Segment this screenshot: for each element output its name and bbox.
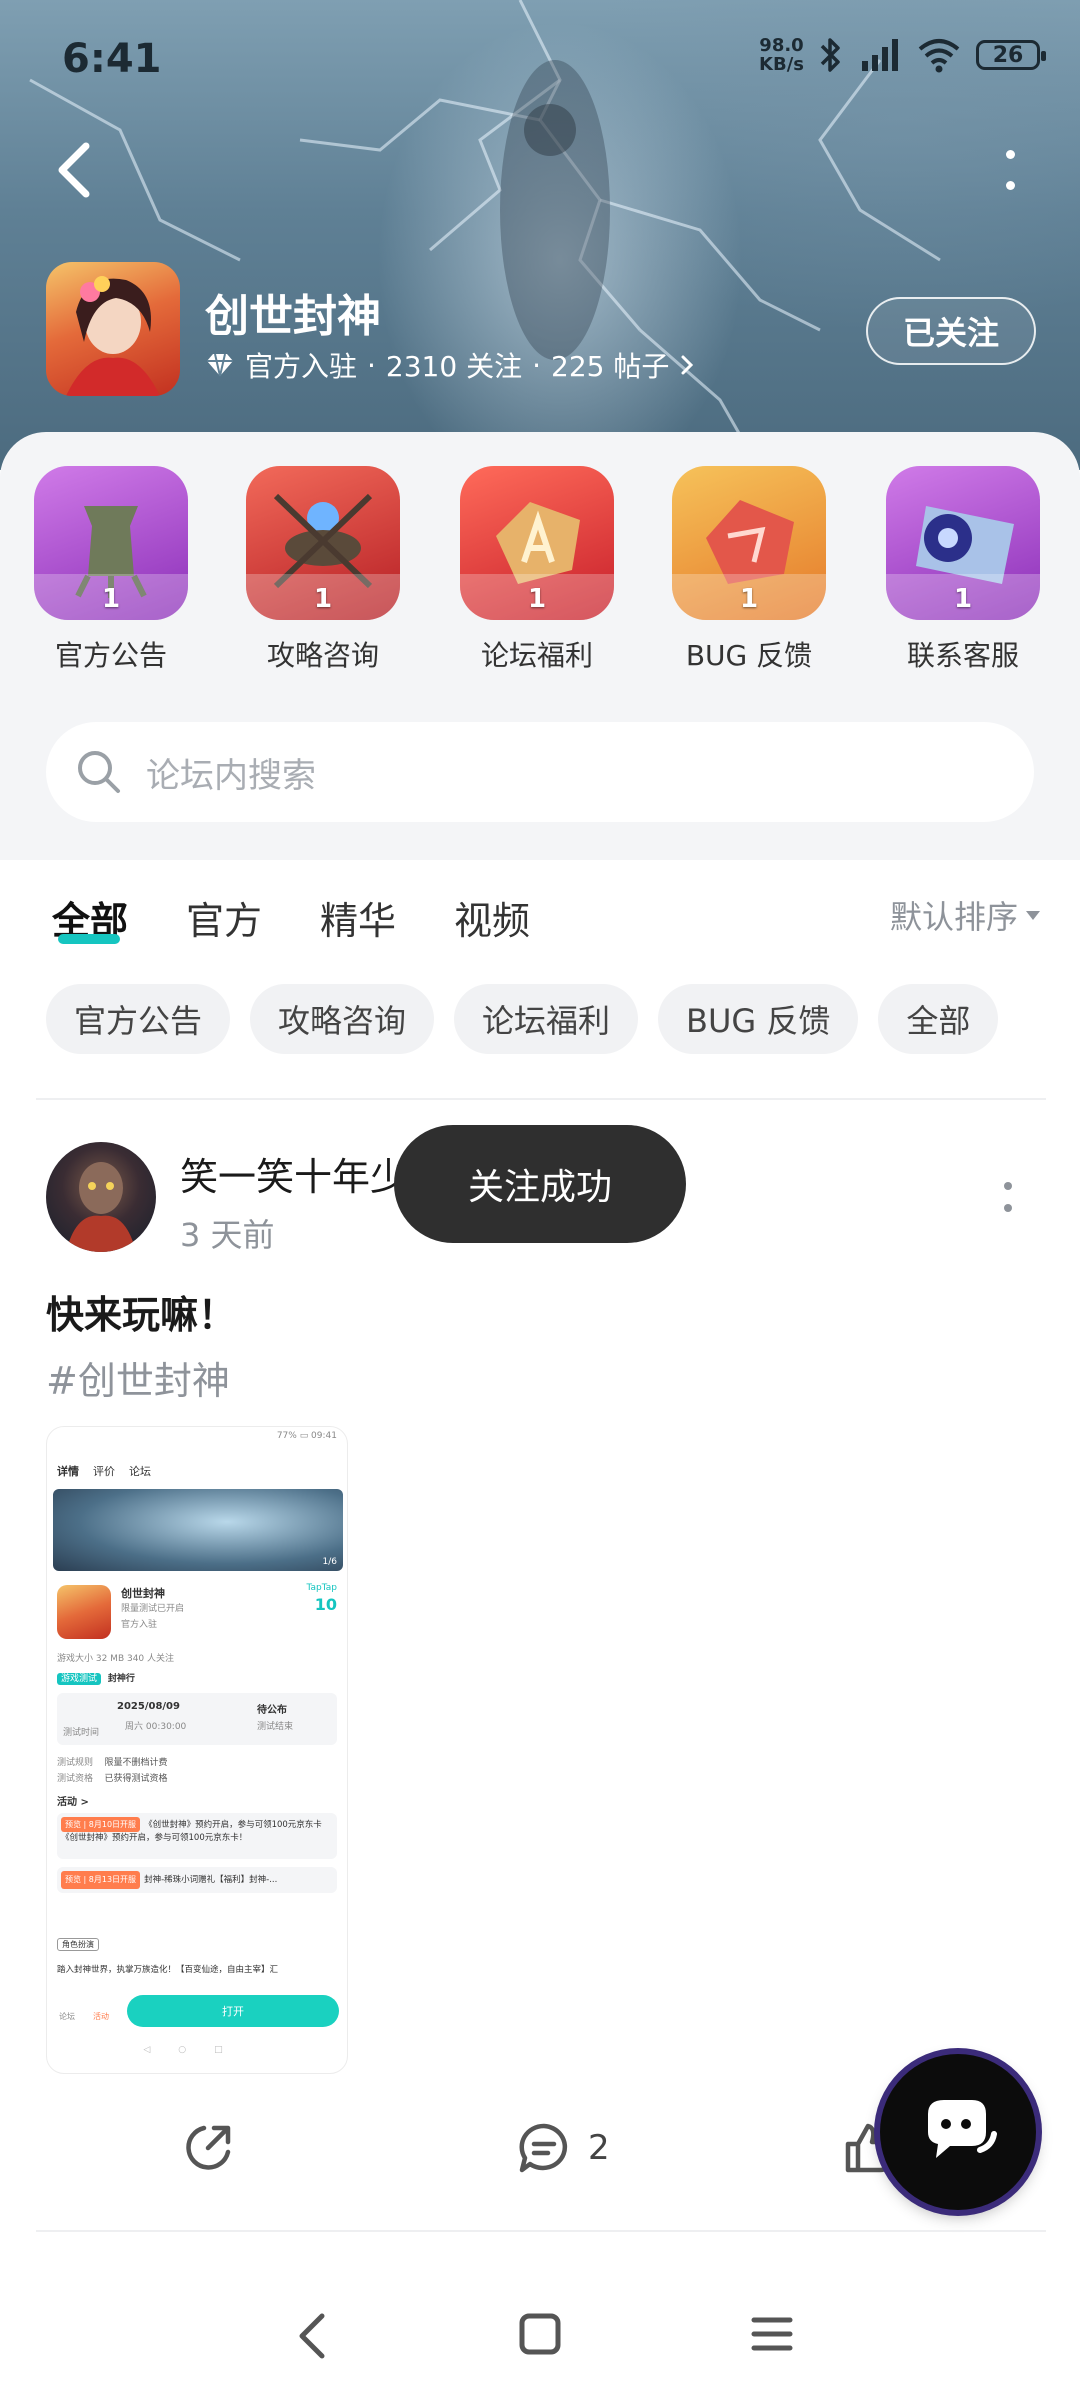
post-time: 3 天前 <box>180 1216 275 1254</box>
category-guide[interactable]: 1 攻略咨询 <box>238 466 408 674</box>
chip-guide[interactable]: 攻略咨询 <box>250 984 435 1054</box>
back-icon[interactable] <box>50 138 100 202</box>
bronze-vessel-icon: 1 <box>34 466 188 620</box>
category-label: 论坛福利 <box>480 639 593 672</box>
divider <box>36 1098 1046 1100</box>
tab-featured[interactable]: 精华 <box>320 890 396 945</box>
search-icon <box>78 751 120 793</box>
nav-home-icon[interactable] <box>518 2312 562 2356</box>
post-title[interactable]: 快来玩嘛！ <box>46 1284 236 1339</box>
tab-video[interactable]: 视频 <box>454 890 530 945</box>
avatar-art <box>66 1162 136 1252</box>
category-shortcuts: 1 官方公告 1 攻略咨询 1 论坛福利 1 BUG 反馈 1 联系客服 <box>0 466 1080 696</box>
posts-count: 225 帖子 <box>551 350 670 383</box>
filter-chips: 官方公告 攻略咨询 论坛福利 BUG 反馈 全部 <box>46 984 999 1054</box>
category-label: 官方公告 <box>54 639 167 672</box>
share-icon[interactable] <box>180 2120 236 2176</box>
chip-official-announcement[interactable]: 官方公告 <box>46 984 231 1054</box>
chip-forum-welfare[interactable]: 论坛福利 <box>454 984 639 1054</box>
meta-separator: · <box>367 348 376 382</box>
game-character-art <box>66 276 160 396</box>
net-speed-value: 98.0 <box>759 35 804 56</box>
caret-down-icon <box>1026 911 1040 920</box>
status-time: 6:41 <box>62 36 162 82</box>
category-label: 联系客服 <box>906 639 1019 672</box>
post-more-icon[interactable] <box>1002 1182 1014 1212</box>
shot-status: 77% ▭ 09:41 <box>276 1431 337 1441</box>
sort-dropdown[interactable]: 默认排序 <box>890 892 1042 938</box>
toast-message: 关注成功 <box>394 1125 686 1243</box>
post-hashtag[interactable]: #创世封神 <box>46 1350 230 1405</box>
nav-menu-icon[interactable] <box>750 2312 794 2356</box>
chip-all[interactable]: 全部 <box>878 984 999 1054</box>
sort-label: 默认排序 <box>889 898 1018 936</box>
bluetooth-icon <box>820 38 840 72</box>
chip-bug-report[interactable]: BUG 反馈 <box>658 984 859 1054</box>
ticket-icon: 1 <box>886 466 1040 620</box>
search-bar[interactable]: 论坛内搜索 <box>46 722 1034 822</box>
official-label: 官方入驻 <box>245 350 358 383</box>
red-crystal-icon: 1 <box>672 466 826 620</box>
system-nav-bar <box>0 2272 1080 2400</box>
cauldron-icon: 1 <box>246 466 400 620</box>
shot-tabs: 详情 评价 论坛 <box>57 1465 151 1478</box>
followers-count: 2310 关注 <box>385 350 523 383</box>
post-author[interactable]: 笑一笑十年少 <box>180 1146 408 1201</box>
battery-icon: 26 <box>976 40 1046 70</box>
status-bar: 6:41 98.0 KB/s 26 <box>0 30 1080 90</box>
gold-ore-icon: 1 <box>460 466 614 620</box>
net-speed: 98.0 KB/s <box>759 36 804 74</box>
shot-open-button: 打开 <box>127 1995 339 2027</box>
category-official-announcement[interactable]: 1 官方公告 <box>26 466 196 674</box>
status-icons: 98.0 KB/s 26 <box>759 36 1046 74</box>
category-panel: 1 官方公告 1 攻略咨询 1 论坛福利 1 BUG 反馈 1 联系客服 论坛内… <box>0 432 1080 860</box>
comment-count: 2 <box>588 2128 610 2168</box>
category-label: BUG 反馈 <box>685 639 813 672</box>
more-icon[interactable] <box>1000 150 1020 190</box>
game-meta[interactable]: 官方入驻 · 2310 关注 · 225 帖子 <box>205 345 695 385</box>
game-app-icon[interactable] <box>46 262 180 396</box>
game-title: 创世封神 <box>205 291 381 342</box>
category-customer-service[interactable]: 1 联系客服 <box>878 466 1048 674</box>
divider <box>36 2230 1046 2232</box>
shot-test-box: 2025/08/09 周六 00:30:00 测试时间 待公布 测试结束 <box>57 1693 337 1745</box>
signal-icon <box>862 39 898 71</box>
search-input[interactable]: 论坛内搜索 <box>146 748 316 797</box>
comment-icon[interactable] <box>516 2120 572 2176</box>
chat-bubble-icon <box>928 2100 997 2158</box>
feed-tabs: 全部 官方 精华 视频 默认排序 <box>0 860 1080 970</box>
diamond-icon <box>207 353 233 377</box>
category-label: 攻略咨询 <box>266 639 379 672</box>
chevron-right-icon <box>681 355 694 375</box>
meta-separator: · <box>532 348 541 382</box>
follow-button[interactable]: 已关注 <box>866 297 1036 365</box>
active-tab-indicator <box>58 934 120 944</box>
category-forum-welfare[interactable]: 1 论坛福利 <box>452 466 622 674</box>
post-image[interactable]: 77% ▭ 09:41 详情 评价 论坛 1/6 创世封神 限量测试已开启 官方… <box>46 1426 348 2074</box>
category-bug-report[interactable]: 1 BUG 反馈 <box>664 466 834 674</box>
wifi-icon <box>918 39 960 73</box>
chat-assistant-button[interactable] <box>880 2054 1036 2210</box>
tab-official[interactable]: 官方 <box>186 890 262 945</box>
game-header-banner: 6:41 98.0 KB/s 26 创世封神 官方入驻 · 2310 关注 · … <box>0 0 1080 470</box>
avatar[interactable] <box>46 1142 156 1252</box>
net-speed-unit: KB/s <box>759 54 804 75</box>
nav-back-icon[interactable] <box>292 2308 332 2364</box>
